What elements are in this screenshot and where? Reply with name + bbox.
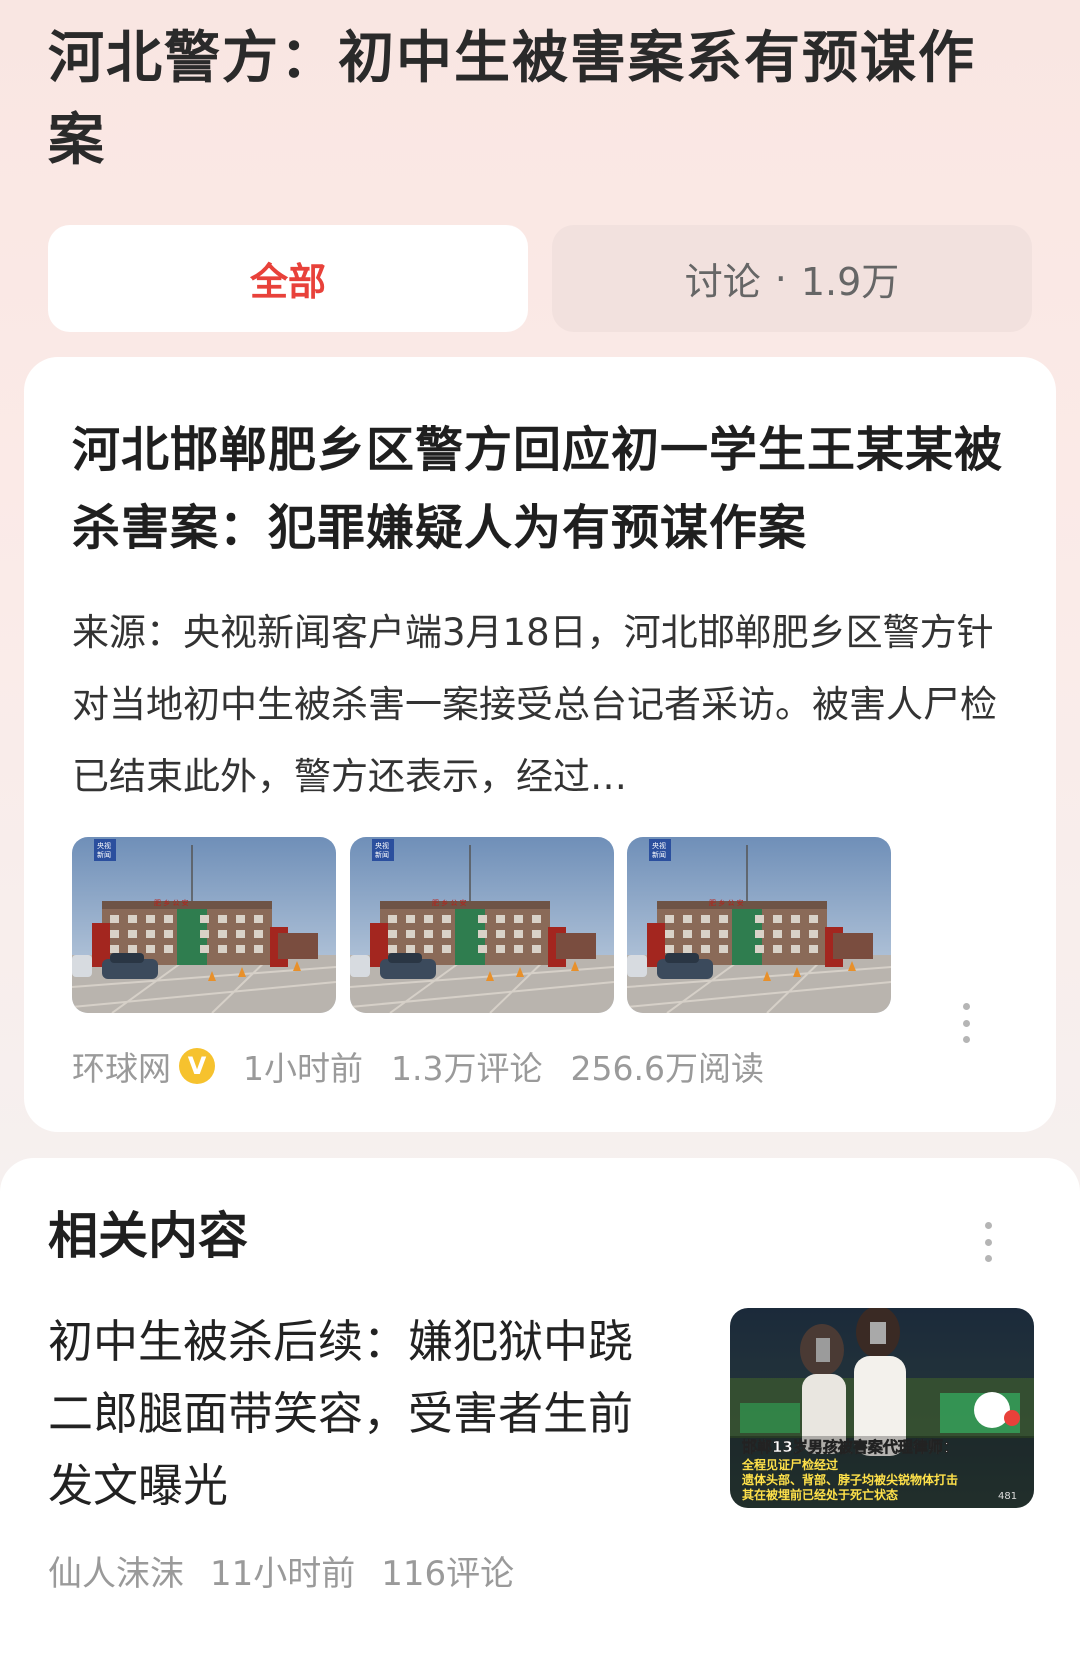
related-item-author[interactable]: 仙人沫沫 bbox=[48, 1546, 184, 1595]
related-thumb-caption-line2: 全程见证尸检经过 bbox=[741, 1457, 838, 1472]
related-thumb-caption-line4: 其在被埋前已经处于死亡状态 bbox=[742, 1487, 898, 1502]
thumbnail-building-sign: 肥 乡 公 安 bbox=[432, 898, 467, 907]
article-meta: 环球网 V 1小时前 1.3万评论 256.6万阅读 bbox=[72, 1042, 1022, 1090]
article-card[interactable]: 河北邯郸肥乡区警方回应初一学生王某某被杀害案：犯罪嫌疑人为有预谋作案 来源：央视… bbox=[24, 357, 1056, 1132]
related-item-thumbnail[interactable]: 邯郸13岁男孩被害案代理律师： 全程见证尸检经过 遗体头部、背部、脖子均被尖锐物… bbox=[730, 1308, 1034, 1508]
thumbnail-building-sign: 肥 乡 公 安 bbox=[709, 898, 744, 907]
related-thumb-caption-line3: 遗体头部、背部、脖子均被尖锐物体打击 bbox=[741, 1472, 958, 1487]
page-title: 河北警方：初中生被害案系有预谋作案 bbox=[48, 26, 976, 173]
thumbnail-image-1: 肥 乡 公 安 央视新闻 bbox=[72, 837, 336, 1013]
thumbnail-watermark-line1: 央视 bbox=[97, 841, 111, 850]
thumbnail-building-sign: 肥 乡 公 安 bbox=[154, 898, 189, 907]
related-heading: 相关内容 bbox=[48, 1207, 248, 1265]
article-time: 1小时前 bbox=[243, 1049, 363, 1088]
related-item-comments: 116评论 bbox=[381, 1554, 515, 1594]
tab-discussion-separator: · bbox=[774, 256, 787, 301]
article-title[interactable]: 河北邯郸肥乡区警方回应初一学生王某某被杀害案：犯罪嫌疑人为有预谋作案 bbox=[72, 411, 1012, 567]
article-thumbnail-1[interactable]: 肥 乡 公 安 央视 新闻 bbox=[72, 837, 336, 1013]
tab-discussion[interactable]: 讨论 · 1.9万 bbox=[552, 225, 1032, 332]
related-thumb-views: 481 bbox=[998, 1491, 1017, 1502]
related-item-time: 11小时前 bbox=[210, 1554, 356, 1594]
tab-all-label: 全部 bbox=[249, 260, 326, 304]
tab-discussion-count: 1.9万 bbox=[800, 260, 900, 304]
related-section: 相关内容 初中生被杀后续：嫌犯狱中跷二郎腿面带笑容，受害者生前发文曝光 邯郸13… bbox=[0, 1158, 1080, 1658]
article-thumbnails: 肥 乡 公 安央视 新闻 肥 乡 公 安央视 新闻 肥 乡 公 安央视 新闻 bbox=[72, 837, 902, 1015]
related-thumb-caption-line1: 邯郸13岁男孩被害案代理律师： bbox=[742, 1438, 958, 1456]
tab-bar: 全部 讨论 · 1.9万 bbox=[48, 225, 1032, 332]
thumbnail-image-2: 肥 乡 公 安 央视新闻 bbox=[350, 837, 614, 1013]
related-item-title[interactable]: 初中生被杀后续：嫌犯狱中跷二郎腿面带笑容，受害者生前发文曝光 bbox=[48, 1306, 670, 1522]
thumbnail-watermark-line1: 央视 bbox=[652, 841, 666, 850]
article-more-options-icon[interactable] bbox=[956, 1003, 976, 1043]
thumbnail-watermark-line2: 新闻 bbox=[652, 850, 666, 859]
article-read-count: 256.6万阅读 bbox=[570, 1049, 764, 1088]
thumbnail-watermark-line2: 新闻 bbox=[97, 850, 111, 859]
article-thumbnail-3[interactable]: 肥 乡 公 安 央视 新闻 bbox=[627, 837, 891, 1013]
related-item[interactable]: 初中生被杀后续：嫌犯狱中跷二郎腿面带笑容，受害者生前发文曝光 邯郸13岁男孩被害… bbox=[48, 1306, 1034, 1606]
related-more-options-icon[interactable] bbox=[978, 1222, 998, 1262]
tab-all[interactable]: 全部 bbox=[48, 225, 528, 332]
thumbnail-watermark-line2: 新闻 bbox=[375, 850, 389, 859]
article-source[interactable]: 环球网 bbox=[72, 1042, 171, 1090]
related-item-meta: 仙人沫沫 11小时前 116评论 bbox=[48, 1546, 540, 1595]
article-thumbnail-2[interactable]: 肥 乡 公 安 央视 新闻 bbox=[350, 837, 614, 1013]
tab-discussion-label: 讨论 bbox=[684, 260, 761, 304]
related-thumbnail-image: 邯郸13岁男孩被害案代理律师： 全程见证尸检经过 遗体头部、背部、脖子均被尖锐物… bbox=[730, 1308, 1034, 1508]
verified-badge-icon: V bbox=[179, 1048, 215, 1084]
thumbnail-image-3: 肥 乡 公 安 央视新闻 bbox=[627, 837, 891, 1013]
article-comment-count: 1.3万评论 bbox=[391, 1049, 543, 1088]
thumbnail-watermark-line1: 央视 bbox=[375, 841, 389, 850]
article-summary[interactable]: 来源：央视新闻客户端3月18日，河北邯郸肥乡区警方针对当地初中生被杀害一案接受总… bbox=[72, 597, 1007, 813]
